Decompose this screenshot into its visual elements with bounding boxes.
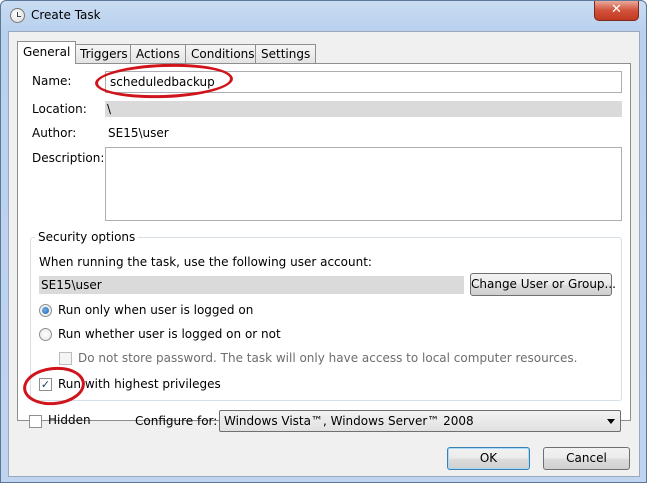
- general-tab-panel: Name: scheduledbackup Location: \ Author…: [17, 63, 631, 421]
- ok-button[interactable]: OK: [447, 447, 530, 470]
- author-value: SE15\user: [108, 126, 169, 140]
- tab-settings[interactable]: Settings: [255, 44, 317, 64]
- dropdown-arrow-icon: [607, 419, 615, 424]
- dont-store-password-label: Do not store password. The task will onl…: [78, 351, 578, 365]
- create-task-window: Create Task ✕ General Triggers Actions C…: [0, 0, 647, 483]
- description-label: Description:: [32, 151, 105, 165]
- description-input[interactable]: [105, 147, 622, 221]
- run-whether-logged-on-label[interactable]: Run whether user is logged on or not: [58, 327, 281, 341]
- close-button[interactable]: ✕: [594, 1, 639, 21]
- run-logged-on-label[interactable]: Run only when user is logged on: [58, 303, 253, 317]
- name-input[interactable]: scheduledbackup: [105, 71, 622, 93]
- tab-conditions[interactable]: Conditions: [185, 44, 261, 64]
- account-prompt: When running the task, use the following…: [39, 255, 372, 269]
- configure-for-label: Configure for:: [135, 414, 218, 428]
- cancel-button[interactable]: Cancel: [543, 447, 630, 470]
- title-bar[interactable]: Create Task ✕: [1, 1, 646, 31]
- location-label: Location:: [32, 102, 87, 116]
- tab-general[interactable]: General: [17, 41, 77, 64]
- run-whether-logged-on-radio[interactable]: [39, 328, 52, 341]
- dont-store-password-checkbox[interactable]: [59, 352, 72, 365]
- dialog-client-area: General Triggers Actions Conditions Sett…: [8, 31, 640, 477]
- hidden-checkbox[interactable]: [29, 415, 42, 428]
- tab-triggers[interactable]: Triggers: [74, 44, 134, 64]
- configure-for-select[interactable]: Windows Vista™, Windows Server™ 2008: [219, 410, 621, 432]
- hidden-label[interactable]: Hidden: [48, 413, 91, 427]
- change-user-button[interactable]: Change User or Group...: [470, 273, 616, 296]
- run-logged-on-radio[interactable]: [39, 304, 52, 317]
- user-account-value: SE15\user: [39, 276, 464, 294]
- location-value: \: [105, 101, 622, 117]
- security-options-title: Security options: [35, 230, 139, 244]
- clock-icon: [10, 8, 25, 23]
- tab-actions[interactable]: Actions: [130, 44, 186, 64]
- highest-privileges-checkbox[interactable]: ✓: [39, 378, 52, 391]
- name-label: Name:: [32, 74, 72, 88]
- window-title: Create Task: [31, 8, 101, 22]
- configure-for-value: Windows Vista™, Windows Server™ 2008: [224, 414, 474, 428]
- author-label: Author:: [32, 126, 77, 140]
- highest-privileges-label[interactable]: Run with highest privileges: [58, 377, 221, 391]
